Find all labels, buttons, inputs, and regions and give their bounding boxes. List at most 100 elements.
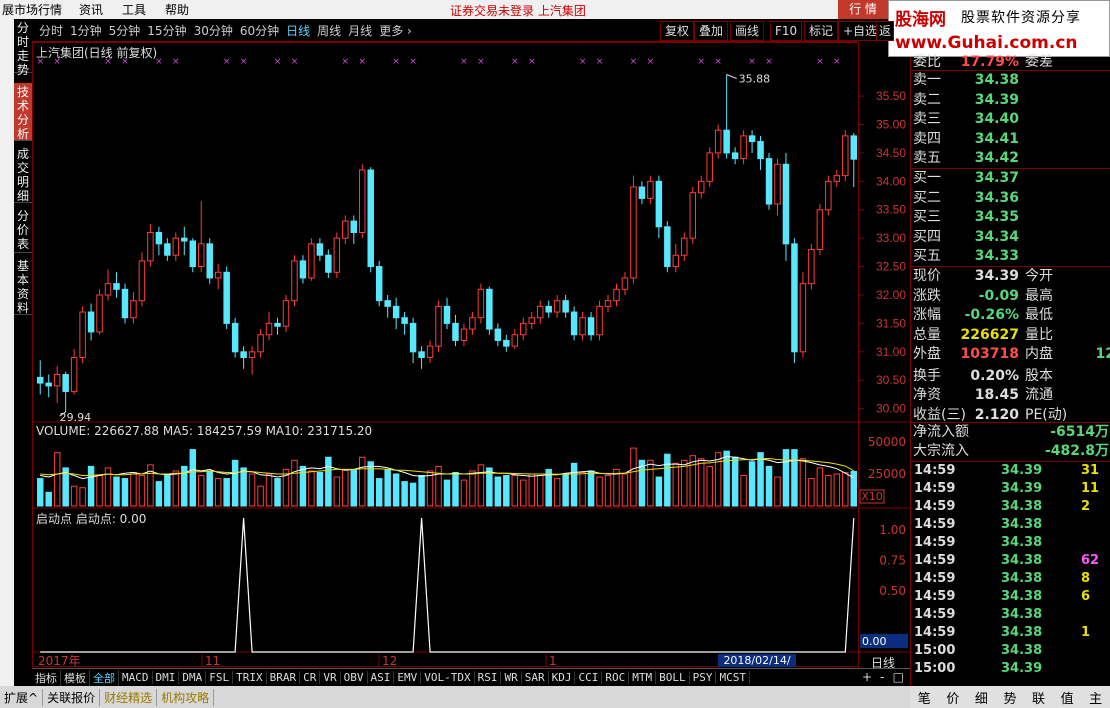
indicator-tab-模板[interactable]: 模板 (61, 669, 90, 686)
signal-marker: × (816, 57, 824, 67)
candle-body (486, 288, 493, 330)
stat-label-2: 量比 (1025, 326, 1053, 343)
tab-price-distribution[interactable]: 分价表 (14, 207, 32, 253)
menu-help[interactable]: 帮助 (165, 1, 189, 18)
y-tick-label: 31.50 (876, 316, 906, 330)
back-button[interactable]: 返 (876, 21, 895, 41)
candle-body (613, 288, 620, 302)
menu-tools[interactable]: 工具 (122, 1, 146, 18)
candle-body (681, 237, 688, 256)
quote-button[interactable]: 行 情 (838, 0, 888, 19)
period-15min[interactable]: 15分钟 (147, 22, 186, 39)
indicator-tab-指标[interactable]: 指标 (32, 669, 61, 686)
indicator-tab-全部[interactable]: 全部 (90, 669, 119, 686)
tab-trade-details[interactable]: 成交明细 (14, 145, 32, 203)
indicator-tab-wr[interactable]: WR (501, 671, 522, 684)
overlay-button[interactable]: 叠加 (694, 21, 729, 41)
indicator-tab-trix[interactable]: TRIX (233, 671, 267, 684)
candle-body (765, 158, 773, 205)
signal-marker: × (223, 57, 231, 67)
bid-label: 买五 (913, 248, 941, 264)
institution-strategy-tab[interactable]: 机构攻略 (157, 688, 215, 706)
panel-tab[interactable]: 笔 (918, 688, 931, 707)
candle-body (697, 180, 705, 194)
indicator-tab-vr[interactable]: VR (320, 671, 341, 684)
tab-fundamentals[interactable]: 基本资料 (14, 257, 32, 315)
indicator-tab-emv[interactable]: EMV (394, 671, 422, 684)
f10-button[interactable]: F10 (770, 21, 803, 41)
related-quotes-tab[interactable]: 关联报价 (43, 688, 101, 706)
ask-price: 34.41 (974, 130, 1019, 147)
period-weekly[interactable]: 周线 (317, 22, 341, 39)
indicator-tab-rsi[interactable]: RSI (475, 671, 502, 684)
indicator-tab-mtm[interactable]: MTM (629, 671, 657, 684)
indicator-tab-dma[interactable]: DMA (179, 671, 207, 684)
stat-value: 226627 (960, 326, 1019, 343)
indicator-tab-macd[interactable]: MACD (119, 671, 153, 684)
indicator-tab-psy[interactable]: PSY (690, 671, 717, 684)
indicator-tab-mcst[interactable]: MCST (716, 671, 750, 684)
bid-row: 买五 34.33 (911, 247, 1110, 266)
indicator-tab-brar[interactable]: BRAR (267, 671, 301, 684)
panel-tab[interactable]: 势 (1003, 688, 1016, 707)
y-tick-label: 31.00 (876, 345, 906, 359)
indicator-tab-asi[interactable]: ASI (368, 671, 395, 684)
period-30min[interactable]: 30分钟 (194, 22, 233, 39)
indicator-tab-obv[interactable]: OBV (341, 671, 368, 684)
zoom-in-button[interactable]: + (862, 670, 872, 684)
panel-tab[interactable]: 价 (946, 688, 959, 707)
signal-marker: × (596, 57, 604, 67)
left-tab-strip: 分时走势 技术分析 成交明细 分价表 基本资料 (14, 19, 32, 686)
fuquan-button[interactable]: 复权 (660, 21, 695, 41)
panel-tab[interactable]: 值 (1061, 688, 1074, 707)
indicator-tab-dmi[interactable]: DMI (153, 671, 180, 684)
volume-bar (706, 465, 713, 507)
tick-price: 34.38 (1001, 535, 1043, 550)
tick-time: 14:59 (914, 481, 956, 496)
volume-bar (426, 470, 434, 507)
window-button[interactable]: □ (893, 670, 904, 684)
panel-tab[interactable]: 细 (975, 688, 988, 707)
y-tick-label: 30.50 (876, 373, 906, 387)
panel-tab[interactable]: 主 (1089, 688, 1102, 707)
candle-body (799, 283, 807, 353)
indicator-tab-sar[interactable]: SAR (522, 671, 549, 684)
tab-technical-analysis[interactable]: 技术分析 (14, 83, 32, 141)
candle-body (342, 220, 349, 239)
expand-tab[interactable]: 扩展^ (0, 688, 44, 706)
mark-button[interactable]: 标记 (804, 21, 839, 41)
menu-news[interactable]: 资讯 (79, 1, 103, 18)
indicator-tab-fsl[interactable]: FSL (206, 671, 234, 684)
period-timeshare[interactable]: 分时 (39, 22, 63, 39)
finance-picks-tab[interactable]: 财经精选 (100, 688, 158, 706)
stat-label: 总量 (913, 326, 941, 343)
period-5min[interactable]: 5分钟 (109, 22, 141, 39)
candle-body (62, 374, 69, 393)
draw-line-button[interactable]: 画线 (730, 21, 765, 41)
panel-tab[interactable]: 联 (1032, 688, 1045, 707)
zoom-out-button[interactable]: - (880, 670, 884, 684)
signal-marker: × (460, 57, 468, 67)
volume-bar (520, 479, 527, 507)
bid-label: 买三 (913, 209, 941, 225)
indicator-title: 启动点 启动点: 0.00 (36, 512, 147, 526)
menu-market[interactable]: 展市场行情 (2, 1, 62, 18)
period-monthly[interactable]: 月线 (348, 22, 372, 39)
period-60min[interactable]: 60分钟 (240, 22, 279, 39)
volume-bar (774, 476, 781, 507)
period-more[interactable]: 更多 › (379, 22, 412, 39)
volume-bar (833, 473, 841, 507)
indicator-tab-cci[interactable]: CCI (575, 671, 603, 684)
candle-body (689, 192, 696, 239)
bid-label: 买二 (913, 189, 941, 206)
indicator-tab-roc[interactable]: ROC (602, 671, 630, 684)
period-daily[interactable]: 日线 (286, 22, 310, 39)
tick-row: 14:59 34.38 (911, 534, 1110, 552)
kline-chart[interactable]: 35.50 35.00 34.50 34.00 33.50 33.00 32.50 32.00… (32, 42, 910, 668)
indicator-tab-vol-tdx[interactable]: VOL-TDX (421, 671, 475, 684)
indicator-tab-cr[interactable]: CR (300, 671, 321, 684)
indicator-tab-boll[interactable]: BOLL (656, 671, 690, 684)
tab-time-sharing[interactable]: 分时走势 (14, 19, 32, 77)
indicator-tab-kdj[interactable]: KDJ (549, 671, 576, 684)
period-1min[interactable]: 1分钟 (70, 22, 102, 39)
